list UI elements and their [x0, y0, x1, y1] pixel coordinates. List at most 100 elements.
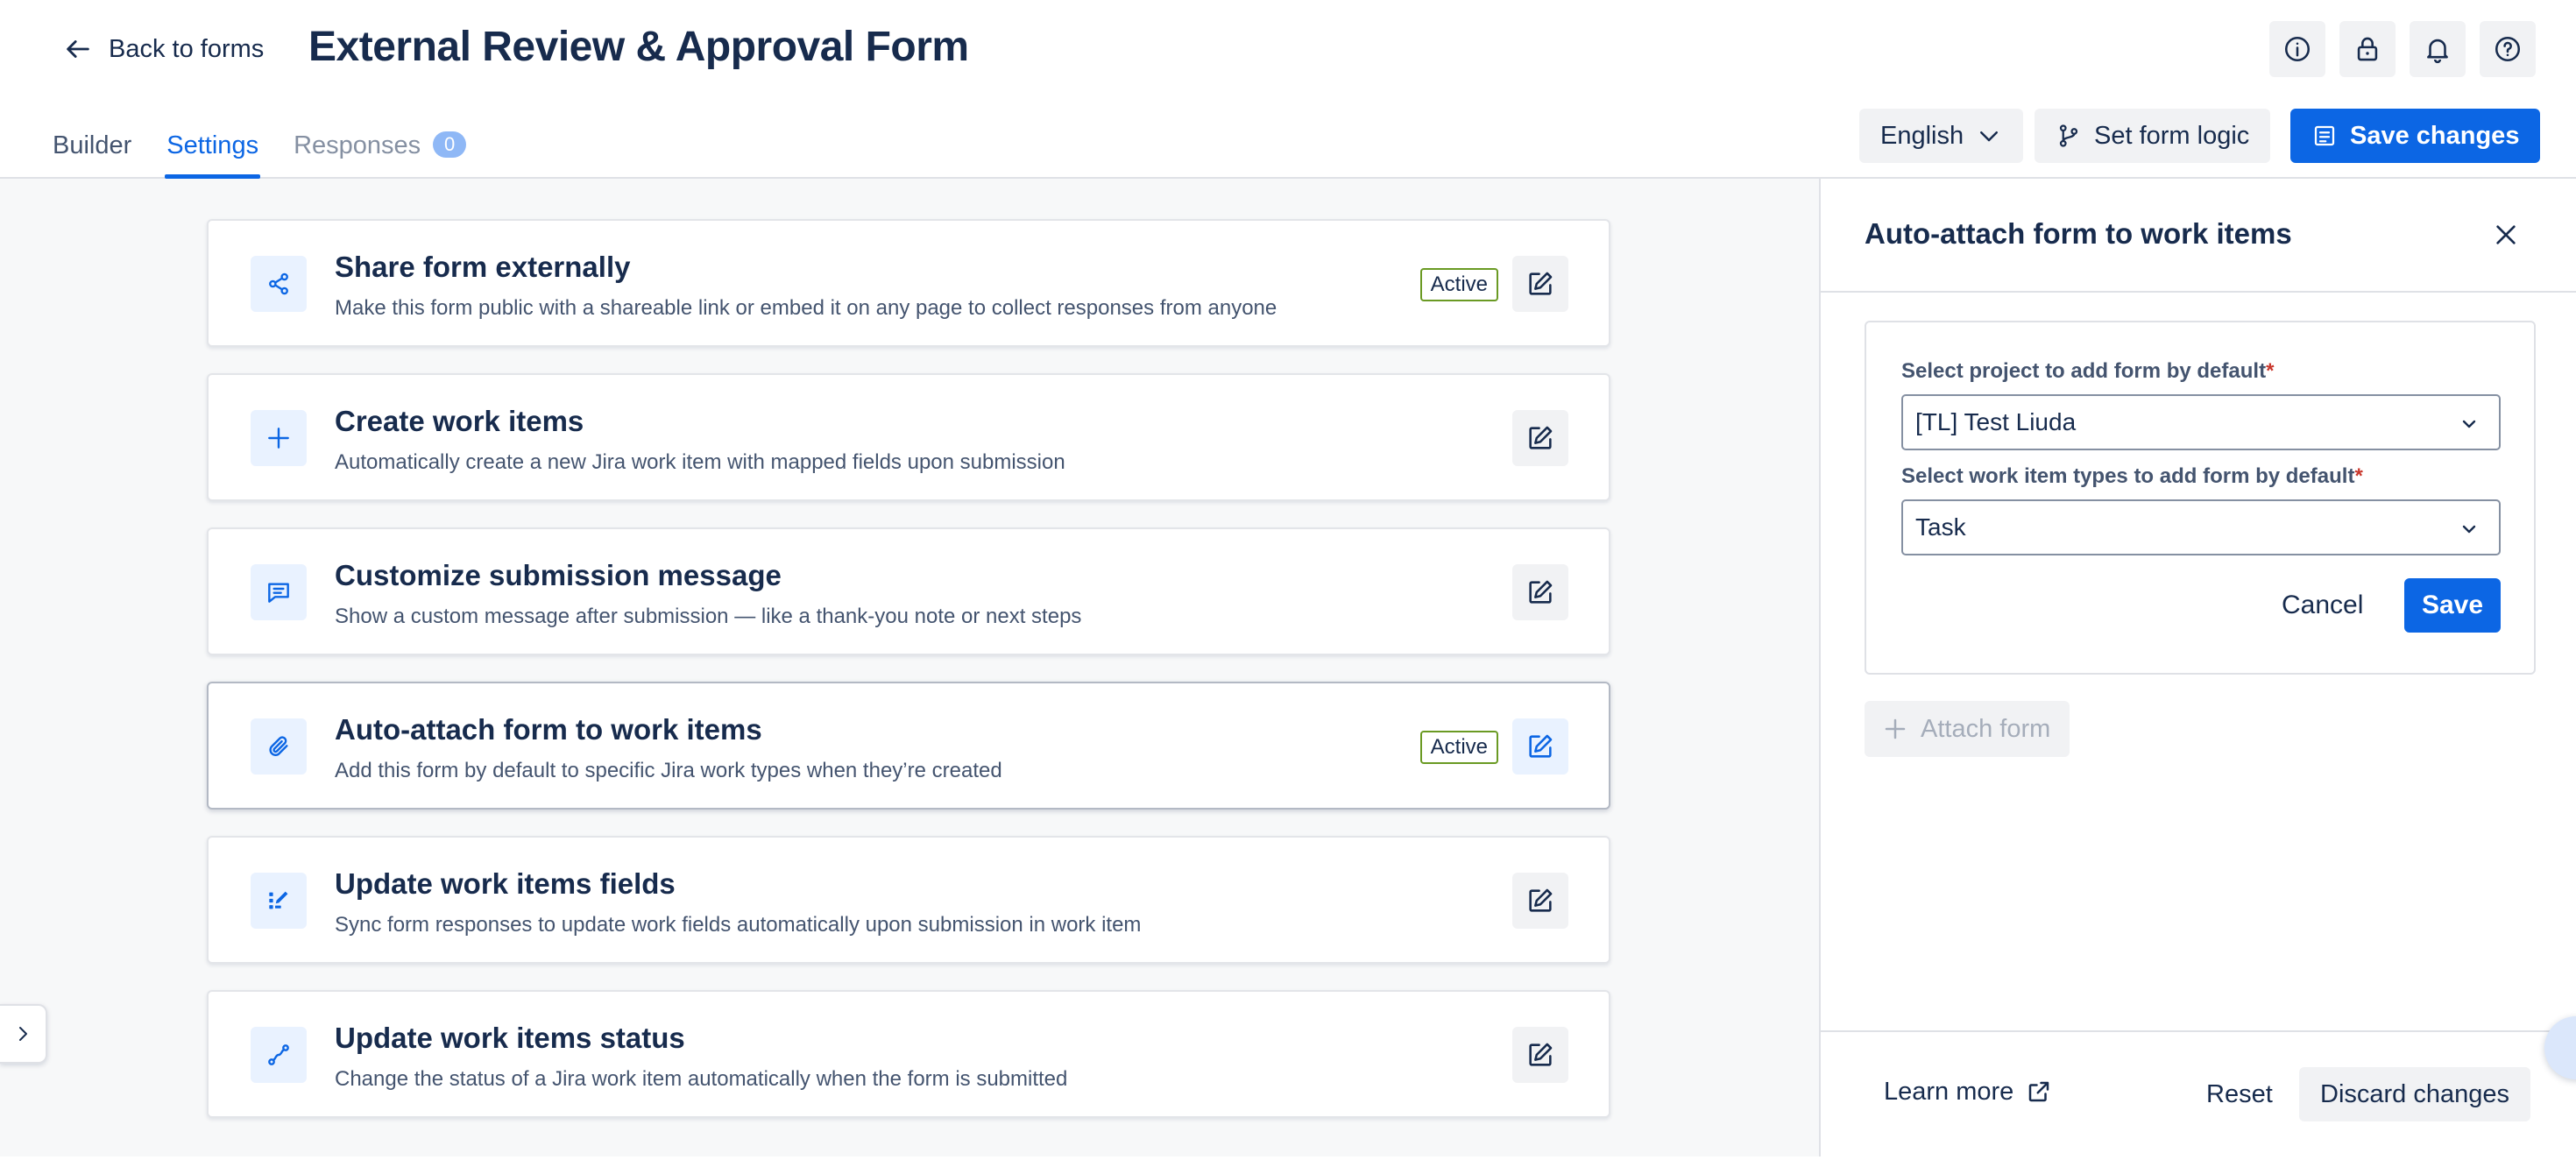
form-tabs: Builder Settings Responses 0	[53, 128, 467, 179]
back-to-forms-label: Back to forms	[109, 34, 265, 63]
save-changes-label: Save changes	[2350, 121, 2520, 150]
types-field-label: Select work item types to add form by de…	[1901, 464, 2363, 489]
card-description: Automatically create a new Jira work ite…	[335, 450, 1065, 474]
learn-more-label: Learn more	[1884, 1077, 2014, 1106]
edit-icon	[1529, 272, 1553, 295]
reset-button[interactable]: Reset	[2196, 1067, 2283, 1121]
set-form-logic-button[interactable]: Set form logic	[2035, 109, 2271, 163]
edit-icon	[1529, 426, 1553, 449]
edit-button[interactable]	[1512, 718, 1568, 775]
chevron-down-icon	[1980, 131, 1999, 142]
paperclip-icon	[269, 736, 288, 756]
edit-icon	[1529, 1043, 1553, 1066]
required-marker: *	[2354, 464, 2363, 488]
tab-settings[interactable]: Settings	[165, 128, 260, 179]
lock-icon	[2357, 37, 2378, 61]
status-badge: Active	[1419, 731, 1498, 764]
tab-builder[interactable]: Builder	[53, 128, 131, 179]
card-title: Customize submission message	[335, 559, 782, 591]
tab-responses-label: Responses	[294, 131, 421, 159]
tab-responses[interactable]: Responses 0	[294, 128, 467, 179]
plus-icon	[268, 428, 289, 449]
card-title: Auto-attach form to work items	[335, 713, 762, 746]
edit-icon	[1529, 734, 1553, 758]
setting-card-submission-message[interactable]: Customize submission message Show a cust…	[207, 527, 1610, 655]
arrow-left-icon	[67, 40, 89, 58]
types-field-label-text: Select work item types to add form by de…	[1901, 464, 2355, 488]
external-link-icon	[2029, 1081, 2049, 1102]
project-select[interactable]: [TL] Test Liuda	[1901, 394, 2501, 450]
card-icon-wrap	[251, 873, 307, 929]
chevron-down-icon	[2462, 525, 2476, 534]
card-description: Add this form by default to specific Jir…	[335, 759, 1002, 782]
branch-icon	[2059, 124, 2078, 147]
edit-button[interactable]	[1512, 256, 1568, 312]
card-title: Share form externally	[335, 251, 631, 283]
bell-icon	[2427, 39, 2448, 64]
project-select-value: [TL] Test Liuda	[1915, 408, 2077, 435]
help-icon	[2495, 36, 2521, 62]
panel-footer: Learn more Reset Discard changes	[1821, 1030, 2576, 1156]
status-flow-icon	[268, 1044, 289, 1065]
expand-sidebar-button[interactable]	[0, 1004, 47, 1064]
notifications-button[interactable]	[2410, 21, 2466, 77]
edit-button[interactable]	[1512, 873, 1568, 929]
required-marker: *	[2266, 359, 2275, 383]
attach-rule-form: Select project to add form by default* […	[1865, 321, 2536, 675]
card-description: Change the status of a Jira work item au…	[335, 1067, 1068, 1091]
settings-list: Share form externally Make this form pub…	[0, 179, 1819, 1156]
setting-card-update-status[interactable]: Update work items status Change the stat…	[207, 990, 1610, 1118]
share-icon	[269, 272, 288, 295]
back-to-forms-link[interactable]: Back to forms	[63, 30, 264, 68]
setting-card-create-work-items[interactable]: Create work items Automatically create a…	[207, 373, 1610, 501]
tab-builder-label: Builder	[53, 131, 132, 159]
project-field-label-text: Select project to add form by default	[1901, 359, 2267, 383]
save-button[interactable]: Save	[2404, 578, 2501, 633]
message-icon	[268, 583, 289, 603]
edit-button[interactable]	[1512, 564, 1568, 620]
lock-button[interactable]	[2339, 21, 2396, 77]
plus-icon	[1885, 718, 1906, 739]
work-item-types-select[interactable]: Task	[1901, 499, 2501, 555]
card-description: Sync form responses to update work field…	[335, 913, 1142, 937]
card-icon-wrap	[251, 1027, 307, 1083]
edit-button[interactable]	[1512, 410, 1568, 466]
close-panel-button[interactable]	[2485, 214, 2527, 256]
language-label: English	[1880, 121, 1964, 150]
project-field-label: Select project to add form by default*	[1901, 359, 2274, 384]
card-icon-wrap	[251, 410, 307, 466]
help-button[interactable]	[2480, 21, 2536, 77]
attach-form-button[interactable]: Attach form	[1865, 701, 2070, 757]
discard-changes-button[interactable]: Discard changes	[2299, 1067, 2530, 1121]
language-select[interactable]: English	[1859, 109, 2024, 163]
save-form-icon	[2314, 125, 2335, 146]
setting-card-share-externally[interactable]: Share form externally Make this form pub…	[207, 219, 1610, 347]
edit-button[interactable]	[1512, 1027, 1568, 1083]
fields-edit-icon	[269, 891, 288, 909]
card-icon-wrap	[251, 256, 307, 312]
cancel-button[interactable]: Cancel	[2269, 578, 2375, 633]
info-button[interactable]	[2269, 21, 2325, 77]
card-description: Show a custom message after submission —…	[335, 605, 1082, 628]
card-icon-wrap	[251, 718, 307, 775]
setting-card-update-fields[interactable]: Update work items fields Sync form respo…	[207, 836, 1610, 964]
card-title: Create work items	[335, 405, 584, 437]
page-title: External Review & Approval Form	[308, 24, 969, 70]
setting-card-auto-attach[interactable]: Auto-attach form to work items Add this …	[207, 682, 1610, 810]
edit-icon	[1529, 888, 1553, 912]
card-description: Make this form public with a shareable l…	[335, 296, 1277, 320]
card-title: Update work items fields	[335, 867, 676, 900]
close-icon	[2496, 225, 2516, 244]
chevron-right-icon	[19, 1027, 27, 1041]
set-form-logic-label: Set form logic	[2094, 121, 2250, 150]
learn-more-link[interactable]: Learn more	[1884, 1067, 2052, 1116]
save-changes-button[interactable]: Save changes	[2290, 109, 2541, 163]
work-item-types-value: Task	[1915, 513, 1966, 541]
panel-title: Auto-attach form to work items	[1865, 217, 2292, 250]
attach-form-label: Attach form	[1921, 714, 2051, 743]
auto-attach-panel: Auto-attach form to work items Select pr…	[1819, 179, 2576, 1156]
panel-header: Auto-attach form to work items	[1821, 179, 2576, 293]
responses-count-badge: 0	[433, 131, 467, 158]
tab-settings-label: Settings	[166, 131, 259, 159]
top-header: Back to forms External Review & Approval…	[0, 0, 2576, 179]
